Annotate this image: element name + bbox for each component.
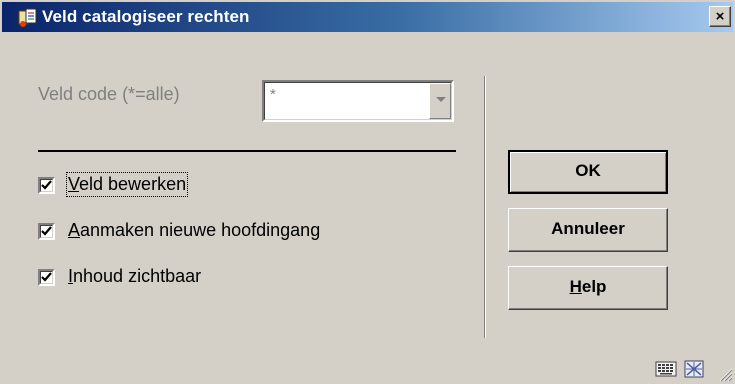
field-code-value: * xyxy=(270,86,276,103)
close-button[interactable]: × xyxy=(709,6,731,27)
help-button[interactable]: Help xyxy=(508,266,668,310)
keyboard-icon[interactable] xyxy=(655,360,677,378)
close-icon: × xyxy=(715,8,725,25)
create-heading-label-rest: anmaken nieuwe hoofdingang xyxy=(80,220,321,240)
cancel-button[interactable]: Annuleer xyxy=(508,208,668,252)
edit-field-checkbox[interactable] xyxy=(38,177,55,194)
chevron-down-icon[interactable] xyxy=(429,83,451,119)
content-visible-label-rest: nhoud zichtbaar xyxy=(73,266,202,286)
help-mnemonic: H xyxy=(569,277,582,296)
create-heading-checkbox[interactable] xyxy=(38,223,55,240)
field-code-dropdown[interactable]: * xyxy=(262,80,454,122)
help-label-rest: elp xyxy=(581,277,607,296)
separator-line xyxy=(38,150,456,152)
catalog-app-icon xyxy=(18,8,37,27)
resize-grip-icon[interactable] xyxy=(717,366,733,382)
create-heading-label: Aanmaken nieuwe hoofdingang xyxy=(68,220,321,240)
checkmark-icon xyxy=(41,180,52,190)
content-visible-label: Inhoud zichtbaar xyxy=(68,266,202,286)
checkmark-icon xyxy=(41,226,52,236)
edit-field-label: Veld bewerken xyxy=(65,172,189,197)
grid-icon[interactable] xyxy=(683,360,705,378)
title-bar[interactable]: Veld catalogiseer rechten × xyxy=(2,2,733,32)
ok-button[interactable]: OK xyxy=(508,150,668,194)
edit-field-label-rest: eld bewerken xyxy=(79,174,187,194)
content-visible-checkbox[interactable] xyxy=(38,269,55,286)
window-title: Veld catalogiseer rechten xyxy=(42,7,250,26)
status-icons xyxy=(655,360,705,378)
checkmark-icon xyxy=(41,272,52,282)
field-code-label: Veld code (*=alle) xyxy=(38,84,180,104)
vertical-separator xyxy=(484,76,486,338)
